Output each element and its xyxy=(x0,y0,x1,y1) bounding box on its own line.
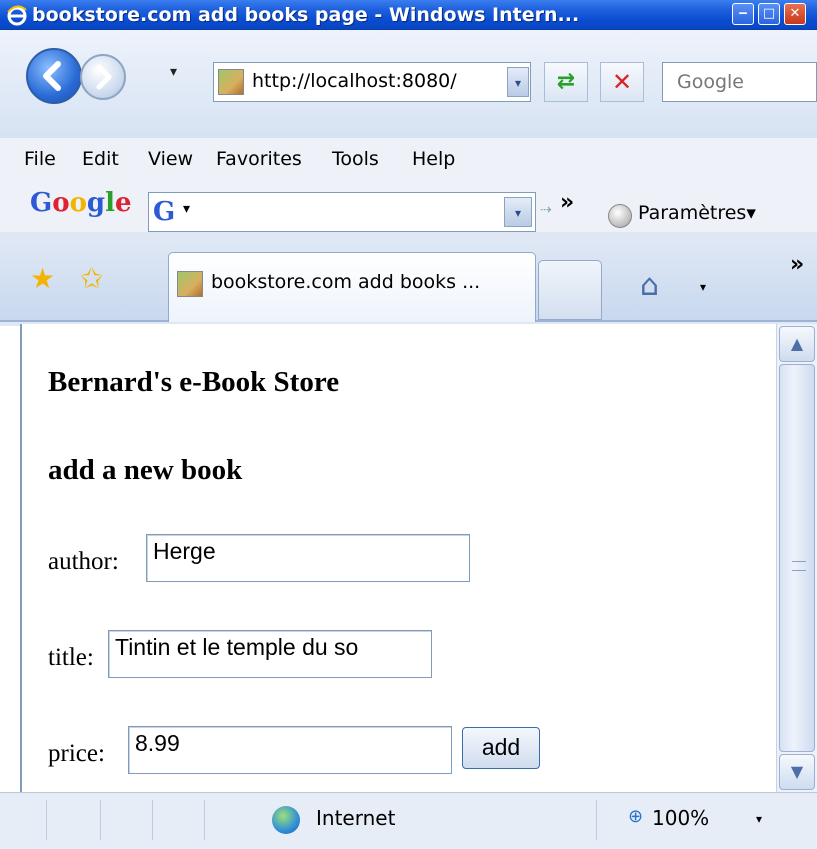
search-box[interactable]: Google xyxy=(662,62,817,102)
scroll-thumb[interactable] xyxy=(779,364,815,752)
close-button[interactable]: ✕ xyxy=(784,3,806,25)
zoom-dropdown[interactable]: ▾ xyxy=(756,812,762,826)
store-title: Bernard's e-Book Store xyxy=(48,366,340,398)
menu-edit[interactable]: Edit xyxy=(82,148,119,170)
zoom-level[interactable]: 100% xyxy=(652,806,709,830)
author-field[interactable]: Herge xyxy=(146,534,470,582)
new-tab-button[interactable] xyxy=(538,260,602,320)
forward-button[interactable] xyxy=(80,54,126,100)
home-dropdown[interactable]: ▾ xyxy=(700,280,706,294)
status-divider xyxy=(204,800,205,840)
vertical-scrollbar[interactable]: ▲ ▼ xyxy=(776,324,817,792)
address-dropdown-button[interactable]: ▾ xyxy=(507,67,529,97)
google-g-icon[interactable]: G xyxy=(153,197,181,227)
google-logo-letter: G xyxy=(30,188,53,218)
history-dropdown[interactable]: ▾ xyxy=(170,64,177,80)
zoom-icon[interactable]: ⊕ xyxy=(628,806,650,828)
google-logo-letter: g xyxy=(86,188,106,218)
google-logo: Google xyxy=(30,188,132,218)
favorites-center-icon[interactable]: ★ xyxy=(30,262,55,295)
scroll-down-button[interactable]: ▼ xyxy=(779,754,815,790)
toolbar-more-chevron[interactable]: » xyxy=(560,190,574,215)
google-search-go-icon[interactable]: ⇢ xyxy=(540,202,552,218)
security-zone-label[interactable]: Internet xyxy=(316,806,395,830)
menu-favorites[interactable]: Favorites xyxy=(216,148,302,170)
ie-logo-icon xyxy=(7,5,27,26)
status-divider xyxy=(100,800,101,840)
back-button[interactable] xyxy=(26,48,82,104)
tab-page-icon xyxy=(177,271,203,297)
forward-arrow-icon xyxy=(96,64,112,90)
price-field[interactable]: 8.99 xyxy=(128,726,452,774)
tab-active[interactable]: bookstore.com add books ... xyxy=(168,252,536,322)
page-content: Bernard's e-Book Store add a new book au… xyxy=(20,324,776,792)
tab-toolbar-more-chevron[interactable]: » xyxy=(790,252,804,277)
google-logo-letter: l xyxy=(105,188,115,218)
section-title: add a new book xyxy=(48,454,243,486)
status-divider xyxy=(596,800,597,840)
add-button[interactable]: add xyxy=(462,727,540,769)
maximize-button[interactable]: □ xyxy=(758,3,780,25)
menu-file[interactable]: File xyxy=(24,148,56,170)
status-divider xyxy=(152,800,153,840)
scroll-up-button[interactable]: ▲ xyxy=(779,326,815,362)
search-placeholder: Google xyxy=(677,71,745,93)
google-options-dropdown[interactable]: ▾ xyxy=(183,201,190,217)
menu-tools[interactable]: Tools xyxy=(332,148,379,170)
scroll-grip-icon xyxy=(792,561,806,571)
google-search-box[interactable]: G ▾ ▾ xyxy=(148,192,536,232)
back-arrow-icon xyxy=(43,61,61,91)
settings-menu[interactable]: Paramètres▾ xyxy=(638,202,756,224)
title-field[interactable]: Tintin et le temple du so xyxy=(108,630,432,678)
url-text[interactable]: http://localhost:8080/ xyxy=(252,70,457,92)
address-bar[interactable]: http://localhost:8080/ ▾ xyxy=(213,62,531,102)
menu-bar: File Edit View Favorites Tools Help xyxy=(0,138,817,178)
menu-help[interactable]: Help xyxy=(412,148,455,170)
globe-icon xyxy=(272,806,300,834)
window-title: bookstore.com add books page - Windows I… xyxy=(32,4,580,26)
google-search-dropdown[interactable]: ▾ xyxy=(504,197,532,227)
home-icon[interactable]: ⌂ xyxy=(640,268,659,303)
status-divider xyxy=(46,800,47,840)
minimize-button[interactable]: ‒ xyxy=(732,3,754,25)
add-favorite-icon[interactable]: ✩ xyxy=(80,262,103,295)
stop-button[interactable]: ✕ xyxy=(600,62,644,102)
title-bar[interactable]: bookstore.com add books page - Windows I… xyxy=(0,0,817,30)
title-label: title: xyxy=(48,644,94,671)
refresh-button[interactable]: ⇄ xyxy=(544,62,588,102)
page-icon xyxy=(218,69,244,95)
google-logo-letter: o xyxy=(69,188,87,218)
price-label: price: xyxy=(48,740,105,767)
menu-view[interactable]: View xyxy=(148,148,193,170)
google-logo-letter: o xyxy=(52,188,70,218)
settings-icon[interactable] xyxy=(608,204,632,228)
tab-label: bookstore.com add books ... xyxy=(211,271,481,293)
author-label: author: xyxy=(48,548,119,575)
google-logo-letter: e xyxy=(114,188,132,218)
